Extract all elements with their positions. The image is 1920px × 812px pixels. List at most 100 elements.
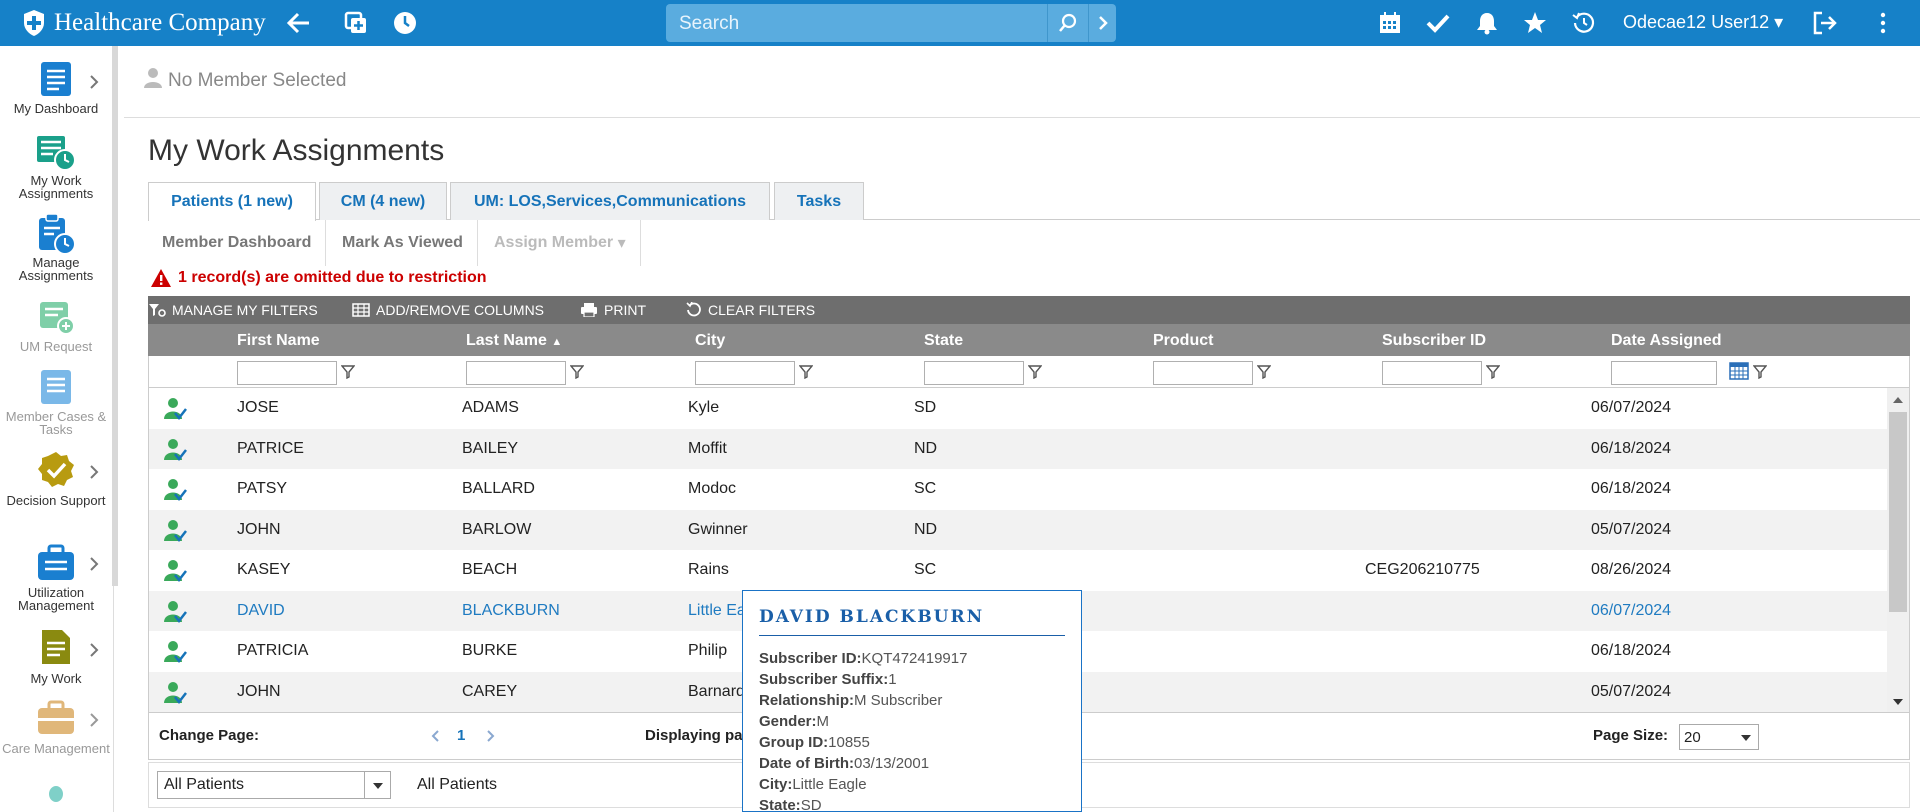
print-button[interactable]: PRINT bbox=[580, 302, 646, 318]
first-name-cell[interactable]: DAVID bbox=[237, 602, 285, 620]
person-check-icon[interactable] bbox=[163, 640, 187, 664]
filter-icon[interactable] bbox=[1753, 365, 1767, 379]
search-input[interactable]: Search bbox=[679, 13, 739, 35]
sidebar-item-my-dashboard[interactable]: My Dashboard bbox=[0, 60, 112, 115]
sidebar-item-utilization-management[interactable]: Utilization Management bbox=[0, 544, 112, 612]
person-icon bbox=[49, 786, 63, 802]
table-row[interactable]: PATRICE BAILEY Moffit ND 06/18/2024 bbox=[149, 428, 1887, 469]
person-check-icon[interactable] bbox=[163, 519, 187, 543]
assign-member-button[interactable]: Assign Member ▾ bbox=[480, 220, 641, 266]
sidebar-item-um-request[interactable]: UM Request bbox=[0, 298, 112, 353]
bell-icon[interactable] bbox=[1474, 10, 1500, 36]
clear-filters-button[interactable]: CLEAR FILTERS bbox=[686, 302, 815, 318]
sidebar-item-my-work-assignments[interactable]: My Work Assignments bbox=[0, 134, 112, 200]
field-value: M bbox=[816, 713, 830, 730]
scroll-down-icon[interactable] bbox=[1892, 698, 1904, 706]
clock-icon[interactable] bbox=[392, 10, 418, 36]
search-box[interactable]: Search bbox=[666, 4, 1116, 42]
first-name-cell: KASEY bbox=[237, 561, 291, 578]
column-header-state[interactable]: State bbox=[924, 332, 963, 350]
filter-icon[interactable] bbox=[1486, 365, 1500, 379]
date-assigned-cell: 06/07/2024 bbox=[1591, 601, 1672, 619]
filter-icon[interactable] bbox=[341, 365, 355, 379]
grid-scrollbar[interactable] bbox=[1887, 388, 1909, 712]
column-header-last-name[interactable]: Last Name ▲ bbox=[466, 332, 562, 350]
hover-card-field: City:Little Eagle bbox=[759, 774, 1065, 795]
briefcase-icon bbox=[38, 700, 74, 734]
copy-add-icon[interactable] bbox=[343, 10, 369, 36]
table-row[interactable]: JOSE ADAMS Kyle SD 06/07/2024 bbox=[149, 388, 1887, 429]
tab-cm[interactable]: CM (4 new) bbox=[319, 182, 447, 220]
filter-subscriber-id-input[interactable] bbox=[1382, 361, 1482, 385]
tab-tasks[interactable]: Tasks bbox=[774, 182, 864, 220]
table-row[interactable]: KASEY BEACH Rains SC CEG206210775 08/26/… bbox=[149, 550, 1887, 591]
user-menu[interactable]: Odecae12 User12 ▾ bbox=[1623, 12, 1783, 33]
manage-filters-button[interactable]: MANAGE MY FILTERS bbox=[148, 302, 318, 318]
filter-first-name-input[interactable] bbox=[237, 361, 337, 385]
sidebar-scrollbar[interactable] bbox=[112, 46, 118, 586]
sidebar-item-more[interactable] bbox=[0, 782, 112, 802]
page-title: My Work Assignments bbox=[148, 134, 445, 167]
sidebar-item-member-cases-tasks[interactable]: Member Cases & Tasks bbox=[0, 368, 112, 436]
sidebar-item-label: My Work bbox=[30, 671, 82, 686]
brand[interactable]: Healthcare Company bbox=[22, 7, 266, 39]
sidebar-item-my-work[interactable]: My Work bbox=[0, 628, 112, 685]
more-vertical-icon[interactable] bbox=[1870, 10, 1896, 36]
current-page[interactable]: 1 bbox=[457, 727, 465, 744]
member-bar: No Member Selected bbox=[124, 46, 1920, 118]
filter-date-assigned-input[interactable] bbox=[1611, 361, 1717, 385]
star-icon[interactable] bbox=[1522, 10, 1548, 36]
person-check-icon[interactable] bbox=[163, 559, 187, 583]
back-arrow-icon[interactable] bbox=[286, 10, 312, 36]
sort-ascending-icon: ▲ bbox=[551, 336, 563, 348]
sidebar-item-manage-assignments[interactable]: Manage Assignments bbox=[0, 212, 112, 282]
search-expand-button[interactable] bbox=[1088, 4, 1116, 42]
scroll-up-icon[interactable] bbox=[1892, 396, 1904, 404]
add-remove-columns-button[interactable]: ADD/REMOVE COLUMNS bbox=[352, 302, 544, 318]
history-icon[interactable] bbox=[1571, 10, 1597, 36]
person-check-icon[interactable] bbox=[163, 600, 187, 624]
mark-as-viewed-button[interactable]: Mark As Viewed bbox=[328, 220, 478, 266]
filter-product-input[interactable] bbox=[1153, 361, 1253, 385]
warning-icon bbox=[151, 269, 171, 287]
filter-icon[interactable] bbox=[799, 365, 813, 379]
last-name-cell[interactable]: BLACKBURN bbox=[462, 602, 560, 620]
person-check-icon[interactable] bbox=[163, 681, 187, 705]
filter-icon[interactable] bbox=[570, 365, 584, 379]
table-row[interactable]: JOHN BARLOW Gwinner ND 05/07/2024 bbox=[149, 509, 1887, 550]
person-check-icon[interactable] bbox=[163, 478, 187, 502]
sidebar-item-decision-support[interactable]: Decision Support bbox=[0, 450, 112, 507]
next-page-icon[interactable] bbox=[487, 730, 495, 742]
person-check-icon[interactable] bbox=[163, 438, 187, 462]
column-header-first-name[interactable]: First Name bbox=[237, 332, 320, 350]
column-header-date-assigned[interactable]: Date Assigned bbox=[1611, 332, 1722, 350]
column-header-subscriber-id[interactable]: Subscriber ID bbox=[1382, 332, 1486, 350]
logout-icon[interactable] bbox=[1812, 10, 1838, 36]
scrollbar-thumb[interactable] bbox=[1889, 412, 1907, 612]
column-header-product[interactable]: Product bbox=[1153, 332, 1213, 350]
prev-page-icon[interactable] bbox=[431, 730, 439, 742]
calendar-icon[interactable] bbox=[1377, 10, 1403, 36]
filter-state-input[interactable] bbox=[924, 361, 1024, 385]
first-name-cell: PATRICIA bbox=[237, 642, 309, 659]
sidebar-item-care-management[interactable]: Care Management bbox=[0, 700, 112, 755]
person-check-icon[interactable] bbox=[163, 397, 187, 421]
tab-um[interactable]: UM: LOS,Services,Communications bbox=[450, 182, 770, 220]
action-label: Mark As Viewed bbox=[342, 234, 463, 251]
filter-icon[interactable] bbox=[1028, 365, 1042, 379]
document-add-icon bbox=[40, 302, 75, 335]
filter-city-input[interactable] bbox=[695, 361, 795, 385]
checkmark-icon[interactable] bbox=[1425, 10, 1451, 36]
column-header-city[interactable]: City bbox=[695, 332, 725, 350]
note-icon bbox=[42, 630, 70, 664]
calendar-icon[interactable] bbox=[1729, 362, 1749, 380]
filter-icon[interactable] bbox=[1257, 365, 1271, 379]
patient-view-select[interactable]: All Patients bbox=[157, 771, 391, 799]
search-button[interactable] bbox=[1047, 4, 1087, 42]
member-dashboard-button[interactable]: Member Dashboard bbox=[148, 220, 327, 266]
page-size-select[interactable]: 20 bbox=[1679, 724, 1759, 750]
filter-last-name-input[interactable] bbox=[466, 361, 566, 385]
select-caret[interactable] bbox=[364, 772, 390, 798]
table-row[interactable]: PATSY BALLARD Modoc SC 06/18/2024 bbox=[149, 469, 1887, 510]
tab-patients[interactable]: Patients (1 new) bbox=[148, 182, 316, 221]
